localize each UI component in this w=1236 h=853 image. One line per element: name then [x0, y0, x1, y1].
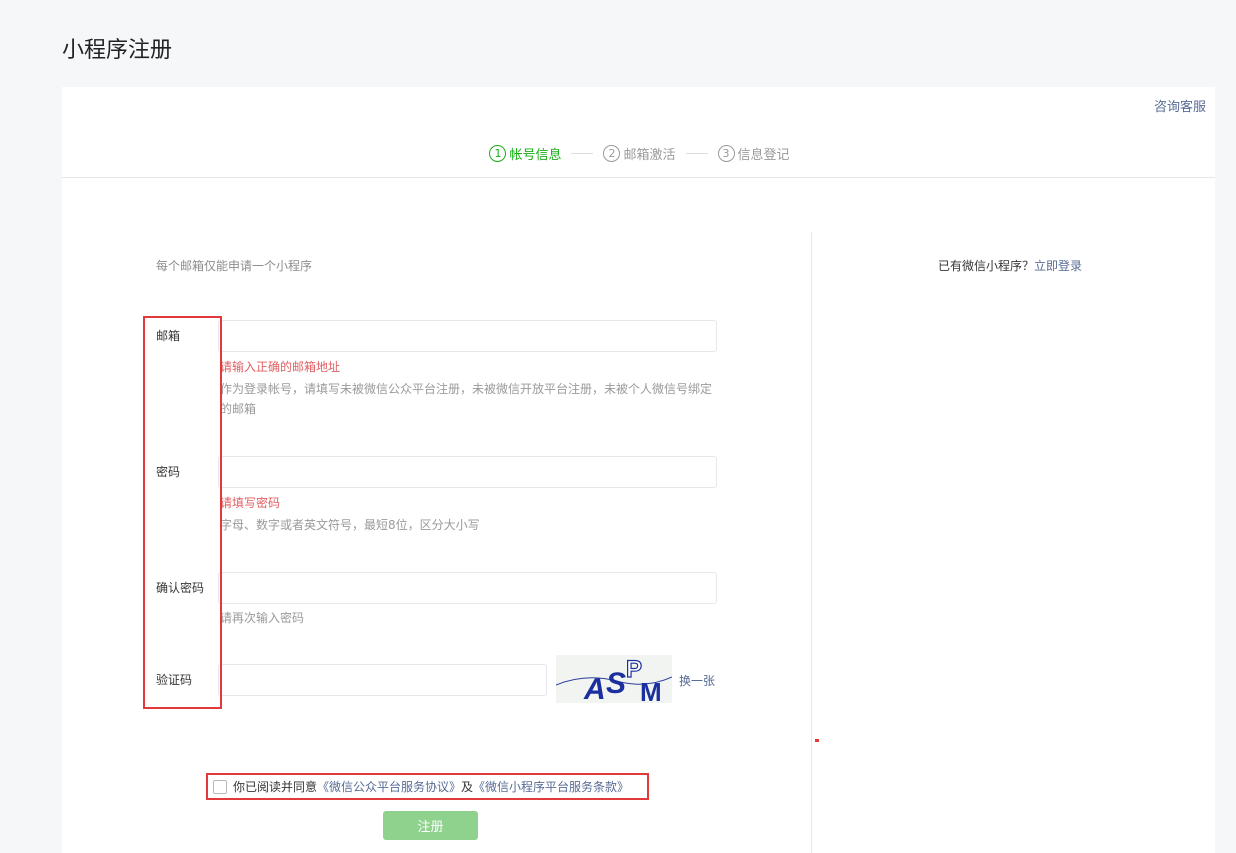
step-email-activation: 2 邮箱激活	[603, 144, 676, 163]
agreement-row: 你已阅读并同意 《微信公众平台服务协议》 及 《微信小程序平台服务条款》	[206, 773, 649, 800]
captcha-image[interactable]: A S P M	[556, 655, 672, 703]
terms-link[interactable]: 《微信小程序平台服务条款》	[473, 778, 629, 795]
registration-card: 咨询客服 1 帐号信息 2 邮箱激活 3 信息登记 每个邮箱仅能申请一个小程序 …	[62, 87, 1215, 853]
login-hint: 已有微信小程序？立即登录	[938, 257, 1082, 274]
svg-text:S: S	[606, 667, 626, 700]
password-label: 密码	[156, 465, 181, 479]
password-hint: 字母、数字或者英文符号，最短8位，区分大小写	[220, 518, 480, 532]
step-info-registration: 3 信息登记	[717, 144, 790, 163]
header-divider	[62, 177, 1215, 178]
step-indicator: 1 帐号信息 2 邮箱激活 3 信息登记	[62, 142, 1215, 164]
register-button[interactable]: 注册	[383, 811, 478, 840]
customer-service-link[interactable]: 咨询客服	[1154, 96, 1206, 115]
email-field[interactable]	[218, 320, 717, 352]
login-link[interactable]: 立即登录	[1034, 259, 1082, 273]
step-label: 信息登记	[737, 147, 790, 163]
svg-text:M: M	[640, 677, 662, 703]
agreement-conjunction: 及	[461, 780, 474, 794]
form-tip: 每个邮箱仅能申请一个小程序	[156, 259, 313, 273]
password-field[interactable]	[218, 456, 717, 488]
captcha-label: 验证码	[156, 673, 193, 687]
confirm-password-field[interactable]	[218, 572, 717, 604]
agreement-checkbox[interactable]	[213, 779, 227, 794]
password-error: 请填写密码	[220, 496, 281, 510]
captcha-refresh-link[interactable]: 换一张	[679, 672, 715, 689]
step-label: 邮箱激活	[623, 147, 676, 163]
captcha-field[interactable]	[218, 664, 547, 696]
email-label: 邮箱	[156, 329, 181, 343]
confirm-password-label: 确认密码	[156, 581, 205, 595]
step-connector	[685, 152, 708, 154]
step-label: 帐号信息	[509, 147, 562, 163]
email-hint: 作为登录帐号，请填写未被微信公众平台注册，未被微信开放平台注册，未被个人微信号绑…	[220, 382, 713, 416]
step-connector	[571, 152, 594, 154]
labels-highlight-box	[143, 316, 222, 709]
step-account-info: 1 帐号信息	[489, 144, 561, 163]
step-number-1: 1	[489, 144, 507, 162]
email-error: 请输入正确的邮箱地址	[220, 360, 341, 374]
confirm-password-hint: 请再次输入密码	[220, 611, 305, 625]
step-number-2: 2	[603, 144, 621, 162]
annotation-mark	[815, 739, 819, 742]
column-divider	[811, 232, 812, 853]
service-agreement-link[interactable]: 《微信公众平台服务协议》	[317, 778, 461, 795]
page-title: 小程序注册	[62, 38, 173, 63]
svg-text:A: A	[583, 673, 606, 703]
login-prompt: 已有微信小程序？	[938, 259, 1035, 273]
agreement-prefix: 你已阅读并同意	[233, 780, 318, 794]
step-number-3: 3	[717, 144, 735, 162]
captcha-graphic: A S P M	[556, 655, 672, 703]
